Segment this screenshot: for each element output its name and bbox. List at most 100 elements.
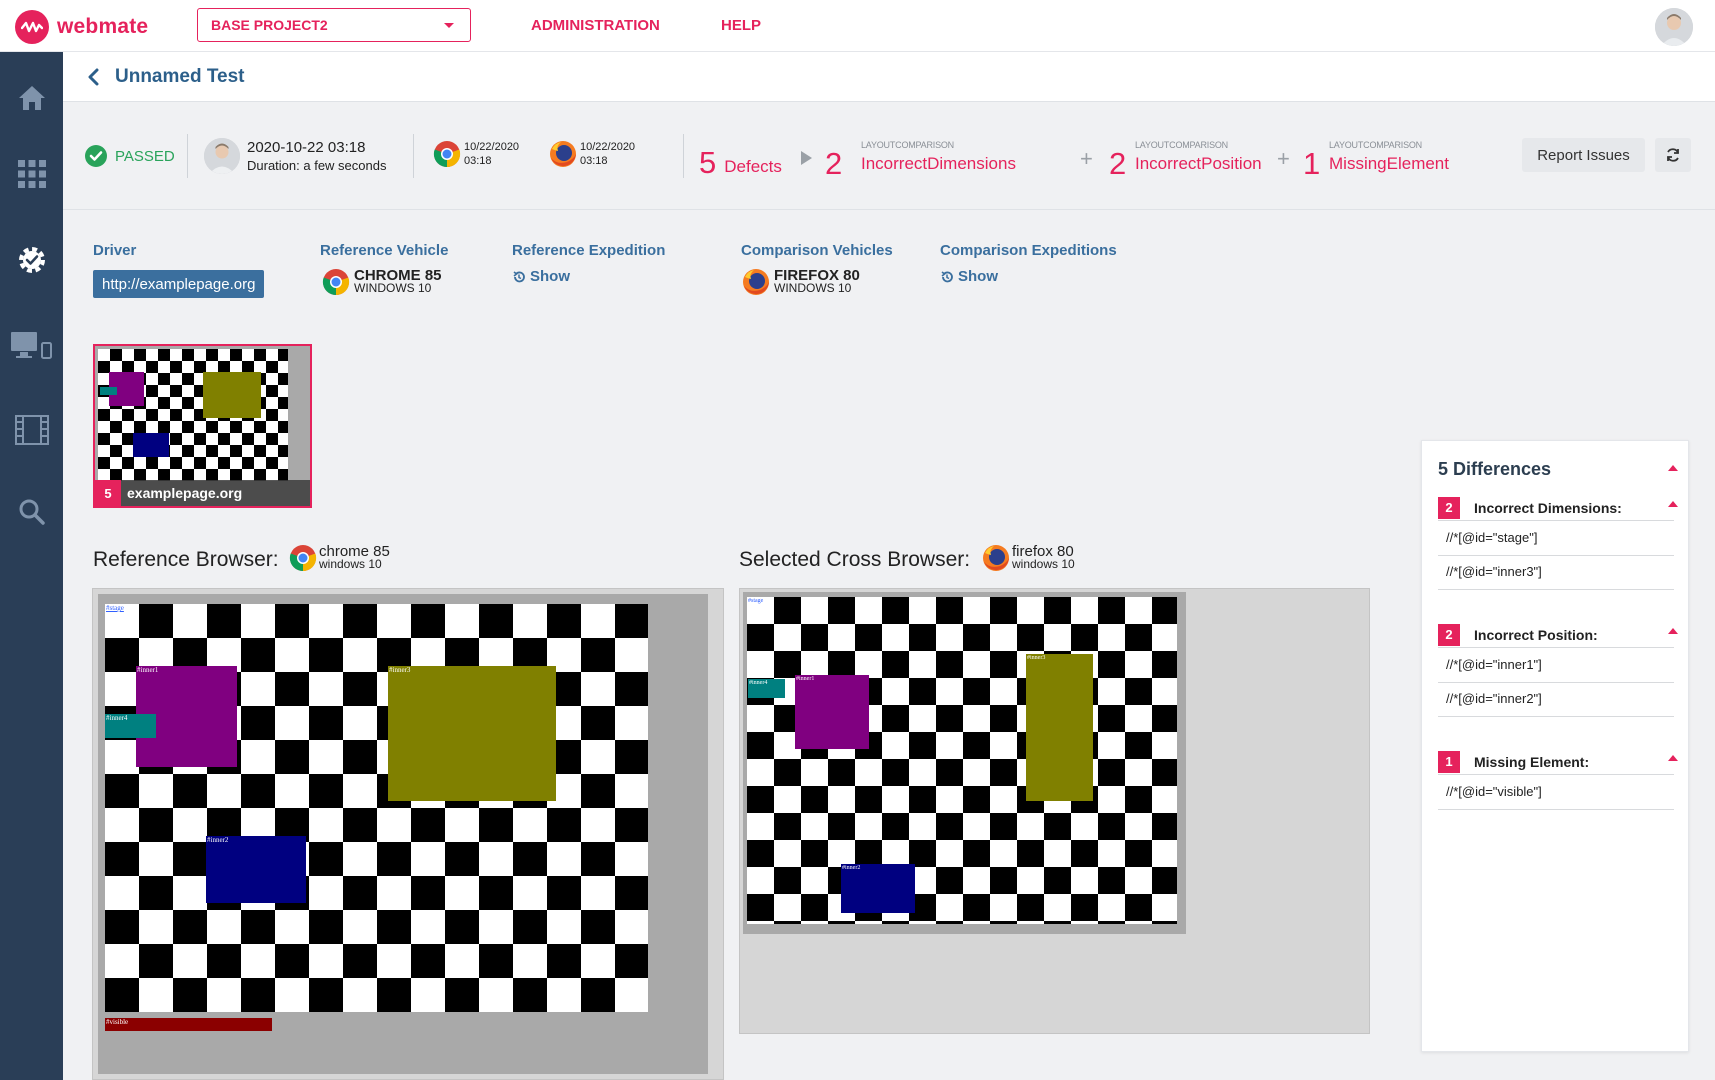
refresh-button[interactable] [1655, 138, 1691, 172]
browser-run-date: 10/22/2020 [580, 141, 636, 153]
element-inner2[interactable]: #inner2 [206, 836, 306, 903]
reference-vehicle-label: Reference Vehicle [320, 242, 449, 259]
browser-run-chrome[interactable]: 10/22/2020 03:18 [433, 140, 519, 168]
browser-run-firefox[interactable]: 10/22/2020 03:18 [549, 140, 635, 168]
differences-panel: 5 Differences 2 Incorrect Dimensions: //… [1421, 440, 1689, 1052]
nav-help[interactable]: HELP [721, 17, 761, 34]
sidebar-item-devices[interactable] [10, 328, 54, 364]
thumbnail-preview [98, 349, 288, 481]
diff-item[interactable]: //*[@id="inner1"] [1438, 649, 1674, 683]
chevron-up-icon[interactable] [1668, 755, 1678, 761]
cross-browser-badge: firefox 80 windows 10 [982, 544, 1075, 572]
defect-group-name: IncorrectPosition [1135, 154, 1262, 173]
project-select[interactable]: BASE PROJECT2 [197, 8, 471, 42]
thumbnail-element-inner4 [100, 387, 117, 395]
defects-count: 5 [699, 145, 717, 180]
chevron-up-icon[interactable] [1668, 628, 1678, 634]
diff-item[interactable]: //*[@id="inner2"] [1438, 683, 1674, 717]
nav-administration[interactable]: ADMINISTRATION [531, 17, 660, 34]
history-icon [513, 270, 525, 282]
user-avatar[interactable] [1655, 8, 1693, 46]
differences-title: 5 Differences [1438, 459, 1552, 479]
element-inner3[interactable]: #inner3 [1026, 654, 1093, 801]
check-circle-icon [85, 145, 107, 167]
divider [187, 134, 188, 178]
browser-run-time: 03:18 [464, 155, 492, 167]
diff-group-count: 2 [1438, 623, 1460, 646]
comparison-expeditions-label: Comparison Expeditions [940, 242, 1117, 259]
page-title: Unnamed Test [115, 66, 245, 87]
element-label: #stage [748, 597, 764, 606]
chrome-icon [433, 141, 461, 168]
cross-browser-viewport: #stage #inner1 #inner4 #inner3 #inner2 [743, 592, 1186, 934]
defects-total[interactable]: 5 Defects [699, 137, 782, 179]
element-inner4[interactable]: #inner4 [105, 714, 156, 738]
defect-group-count: 1 [1303, 146, 1321, 181]
sidebar-item-search[interactable] [14, 494, 50, 530]
thumbnail-element-inner2 [133, 433, 169, 457]
play-arrow-icon [801, 151, 812, 165]
diff-group-count: 2 [1438, 496, 1460, 519]
sidebar-item-home[interactable] [14, 80, 50, 116]
sidebar-item-settings[interactable] [14, 242, 50, 278]
sidebar-item-videos[interactable] [14, 412, 50, 448]
top-bar: webmate BASE PROJECT2 ADMINISTRATION HEL… [0, 0, 1715, 52]
defect-category: LAYOUTCOMPARISON [1135, 140, 1228, 150]
comparison-expeditions-show-link[interactable]: Show [940, 268, 998, 285]
grid-icon [18, 160, 46, 188]
show-link-text: Show [958, 268, 998, 285]
diff-item[interactable]: //*[@id="visible"] [1438, 776, 1674, 810]
reference-browser-badge: chrome 85 windows 10 [289, 544, 390, 572]
sidebar-item-apps[interactable] [14, 156, 50, 192]
logo[interactable]: webmate [15, 10, 148, 44]
driver-url[interactable]: http://examplepage.org [93, 270, 265, 298]
element-stage[interactable]: #stage [747, 597, 1177, 924]
breadcrumb: Unnamed Test [63, 52, 1715, 102]
element-inner4[interactable]: #inner4 [748, 679, 785, 698]
defect-category: LAYOUTCOMPARISON [861, 140, 954, 150]
element-inner3[interactable]: #inner3 [388, 666, 556, 801]
chevron-up-icon[interactable] [1668, 501, 1678, 507]
diff-group-name: Missing Element: [1474, 753, 1590, 770]
back-chevron-icon[interactable] [87, 68, 99, 86]
reference-expedition-show-link[interactable]: Show [512, 268, 570, 285]
comparison-vehicle: FIREFOX 80 WINDOWS 10 [742, 268, 860, 296]
diff-item[interactable]: //*[@id="stage"] [1438, 522, 1674, 556]
divider [683, 134, 684, 178]
vehicle-os: WINDOWS 10 [354, 281, 432, 295]
refresh-icon [1667, 148, 1679, 162]
defect-category: LAYOUTCOMPARISON [1329, 140, 1422, 150]
chrome-icon [289, 545, 317, 572]
defect-group-name: MissingElement [1329, 154, 1449, 173]
devices-icon [11, 332, 52, 359]
reference-screenshot-panel[interactable]: #stage #inner1 #inner4 #inner3 #inner2 #… [92, 588, 724, 1080]
history-icon [941, 270, 953, 282]
element-inner2[interactable]: #inner2 [841, 864, 915, 913]
cross-browser-screenshot-panel[interactable]: #stage #inner1 #inner4 #inner3 #inner2 [739, 588, 1370, 1034]
diff-group-incorrect-position[interactable]: 2 Incorrect Position: [1438, 622, 1674, 648]
film-icon [15, 415, 49, 445]
diff-group-name: Incorrect Position: [1474, 626, 1598, 643]
browser-run-date: 10/22/2020 [464, 141, 520, 153]
element-inner1[interactable]: #inner1 [795, 675, 869, 749]
logo-text: webmate [57, 15, 149, 38]
element-label: #inner2 [207, 836, 229, 844]
reference-viewport: #stage #inner1 #inner4 #inner3 #inner2 #… [98, 594, 708, 1074]
defects-label: Defects [724, 157, 782, 176]
chevron-up-icon[interactable] [1668, 465, 1678, 471]
element-label: #inner1 [796, 676, 815, 682]
search-icon [19, 499, 45, 525]
comparison-vehicles-label: Comparison Vehicles [741, 242, 893, 259]
diff-group-incorrect-dimensions[interactable]: 2 Incorrect Dimensions: [1438, 495, 1674, 521]
element-label: #inner4 [106, 714, 128, 722]
report-issues-button[interactable]: Report Issues [1522, 138, 1645, 172]
diff-group-missing-element[interactable]: 1 Missing Element: [1438, 749, 1674, 775]
element-visible[interactable]: #visible [105, 1018, 272, 1031]
diff-item[interactable]: //*[@id="inner3"] [1438, 556, 1674, 590]
diff-group-count: 1 [1438, 750, 1460, 773]
page-thumbnail[interactable]: 5 examplepage.org [93, 344, 312, 508]
divider [413, 134, 414, 178]
defect-group-count: 2 [1109, 146, 1127, 181]
driver-label: Driver [93, 242, 137, 259]
project-select-value: BASE PROJECT2 [211, 17, 328, 33]
